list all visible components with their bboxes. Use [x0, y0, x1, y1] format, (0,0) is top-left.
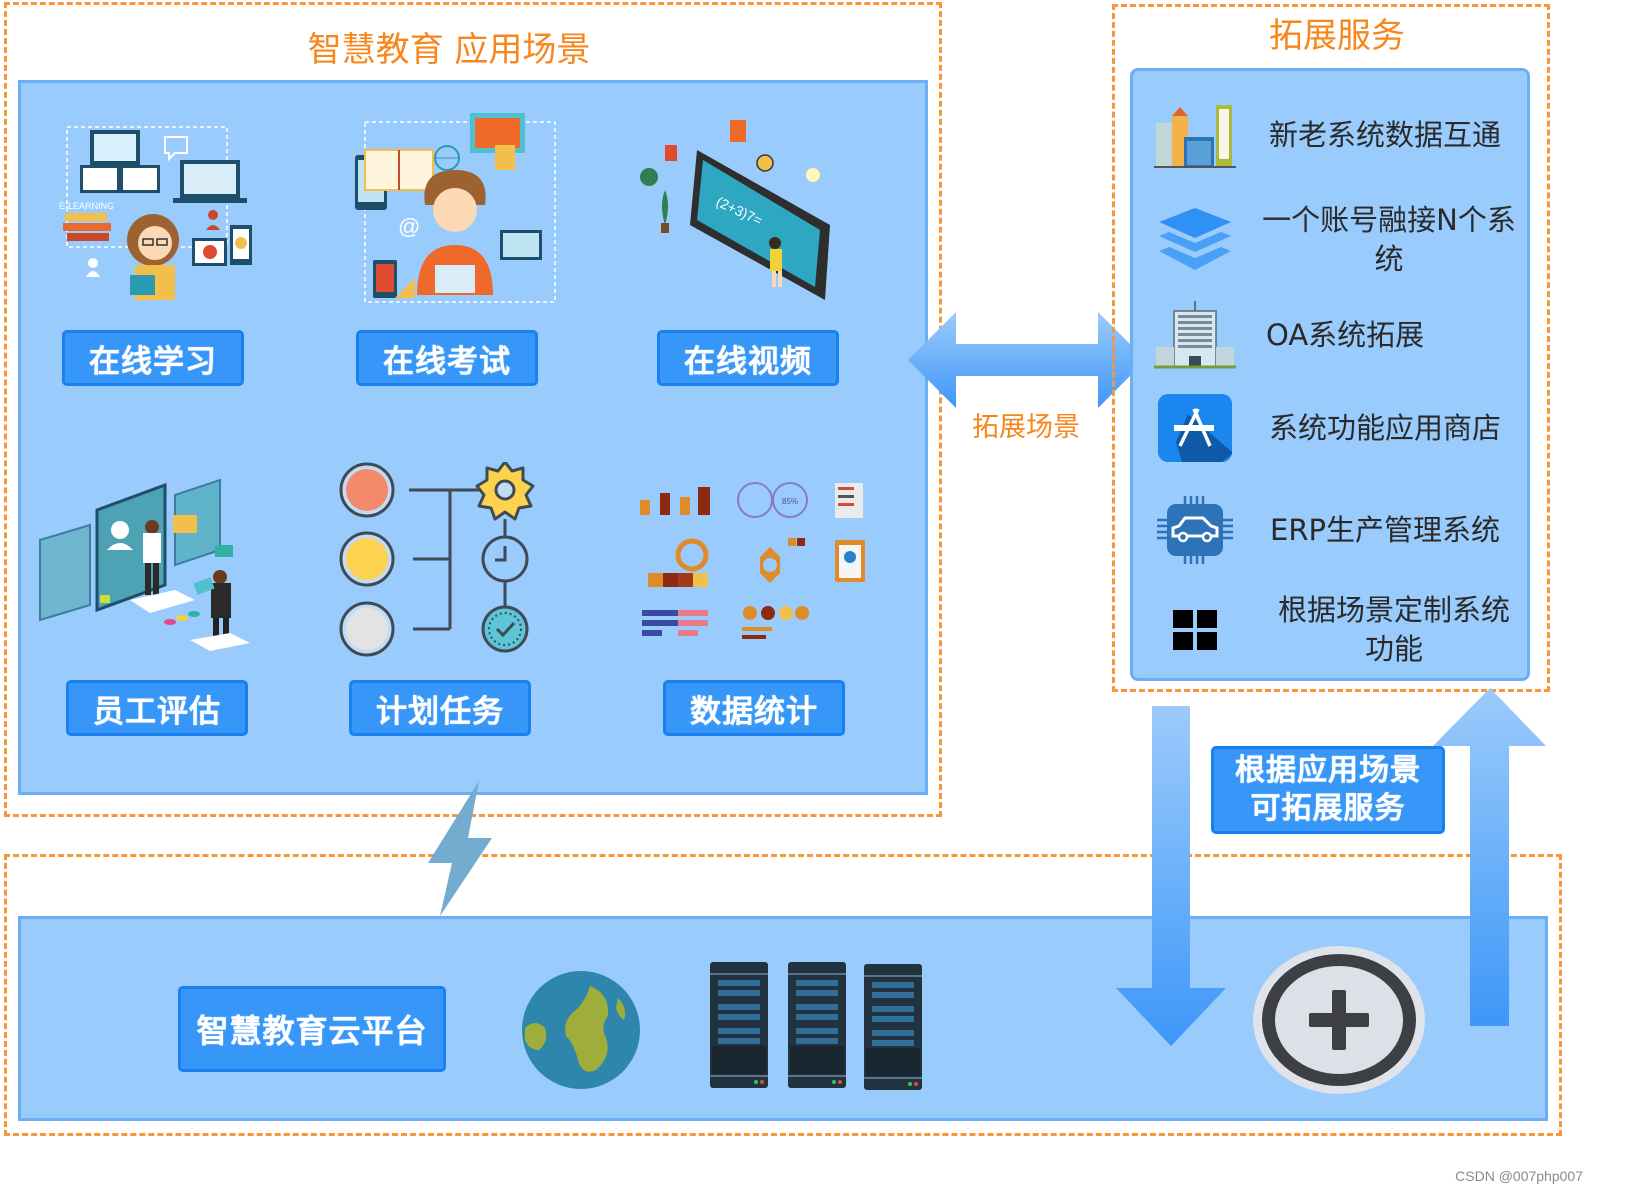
buildings-icon — [1150, 95, 1240, 175]
app-store-icon — [1150, 388, 1240, 468]
double-arrow-icon — [908, 312, 1146, 408]
plan-task-illustration — [339, 462, 535, 657]
svg-text:@: @ — [398, 214, 420, 239]
expand-note-line2: 可拓展服务 — [1250, 791, 1406, 826]
grid-icon — [1150, 590, 1240, 670]
scenarios-title: 智慧教育 应用场景 — [307, 30, 591, 70]
expand-note-box: 根据应用场景 可拓展服务 — [1211, 746, 1445, 834]
scenario-button-online-learning[interactable]: 在线学习 — [62, 330, 244, 386]
service-label: 新老系统数据互通 — [1268, 117, 1501, 152]
scenario-button-data-statistics[interactable]: 数据统计 — [663, 680, 845, 736]
layers-icon — [1150, 200, 1240, 280]
service-item-custom-features[interactable]: 根据场景定制系统功能 — [1150, 585, 1520, 675]
connector-label: 拓展场景 — [972, 412, 1080, 443]
employee-evaluation-illustration — [39, 478, 250, 651]
expand-note-line1: 根据应用场景 — [1235, 753, 1421, 788]
service-item-single-account[interactable]: 一个账号融接N个系统 — [1150, 200, 1520, 280]
data-statistics-illustration: 85% — [640, 482, 865, 639]
service-label: 系统功能应用商店 — [1268, 410, 1501, 445]
server-rack-icon — [710, 961, 923, 1090]
svg-text:85%: 85% — [782, 497, 798, 506]
service-label: OA系统拓展 — [1266, 317, 1425, 352]
service-item-data-interop[interactable]: 新老系统数据互通 — [1150, 95, 1520, 175]
scenario-button-online-exam[interactable]: 在线考试 — [356, 330, 538, 386]
svg-text:E-LEARNING: E-LEARNING — [59, 201, 114, 211]
service-label: ERP生产管理系统 — [1270, 512, 1500, 547]
service-item-oa-extension[interactable]: OA系统拓展 — [1150, 295, 1520, 375]
office-building-icon — [1150, 295, 1240, 375]
scenario-button-online-video[interactable]: 在线视频 — [657, 330, 839, 386]
services-title: 拓展服务 — [1269, 16, 1405, 56]
service-item-app-store[interactable]: 系统功能应用商店 — [1150, 388, 1520, 468]
lightning-icon — [428, 781, 492, 916]
globe-icon — [522, 971, 640, 1089]
online-exam-illustration: @ — [355, 113, 556, 303]
scenario-button-plan-task[interactable]: 计划任务 — [349, 680, 531, 736]
service-item-erp[interactable]: ERP生产管理系统 — [1150, 490, 1520, 570]
car-chip-icon — [1150, 490, 1240, 570]
scenario-button-employee-evaluation[interactable]: 员工评估 — [66, 680, 248, 736]
service-label: 一个账号融接N个系统 — [1262, 203, 1516, 276]
add-button[interactable] — [1252, 945, 1427, 1095]
service-label: 根据场景定制系统功能 — [1277, 593, 1510, 666]
online-video-illustration: (2+3)7= — [640, 120, 830, 300]
platform-button[interactable]: 智慧教育云平台 — [178, 986, 446, 1072]
up-arrow-icon — [1433, 688, 1546, 1026]
e-learning-illustration: E-LEARNING — [59, 126, 252, 300]
watermark: CSDN @007php007 — [1455, 1168, 1583, 1184]
